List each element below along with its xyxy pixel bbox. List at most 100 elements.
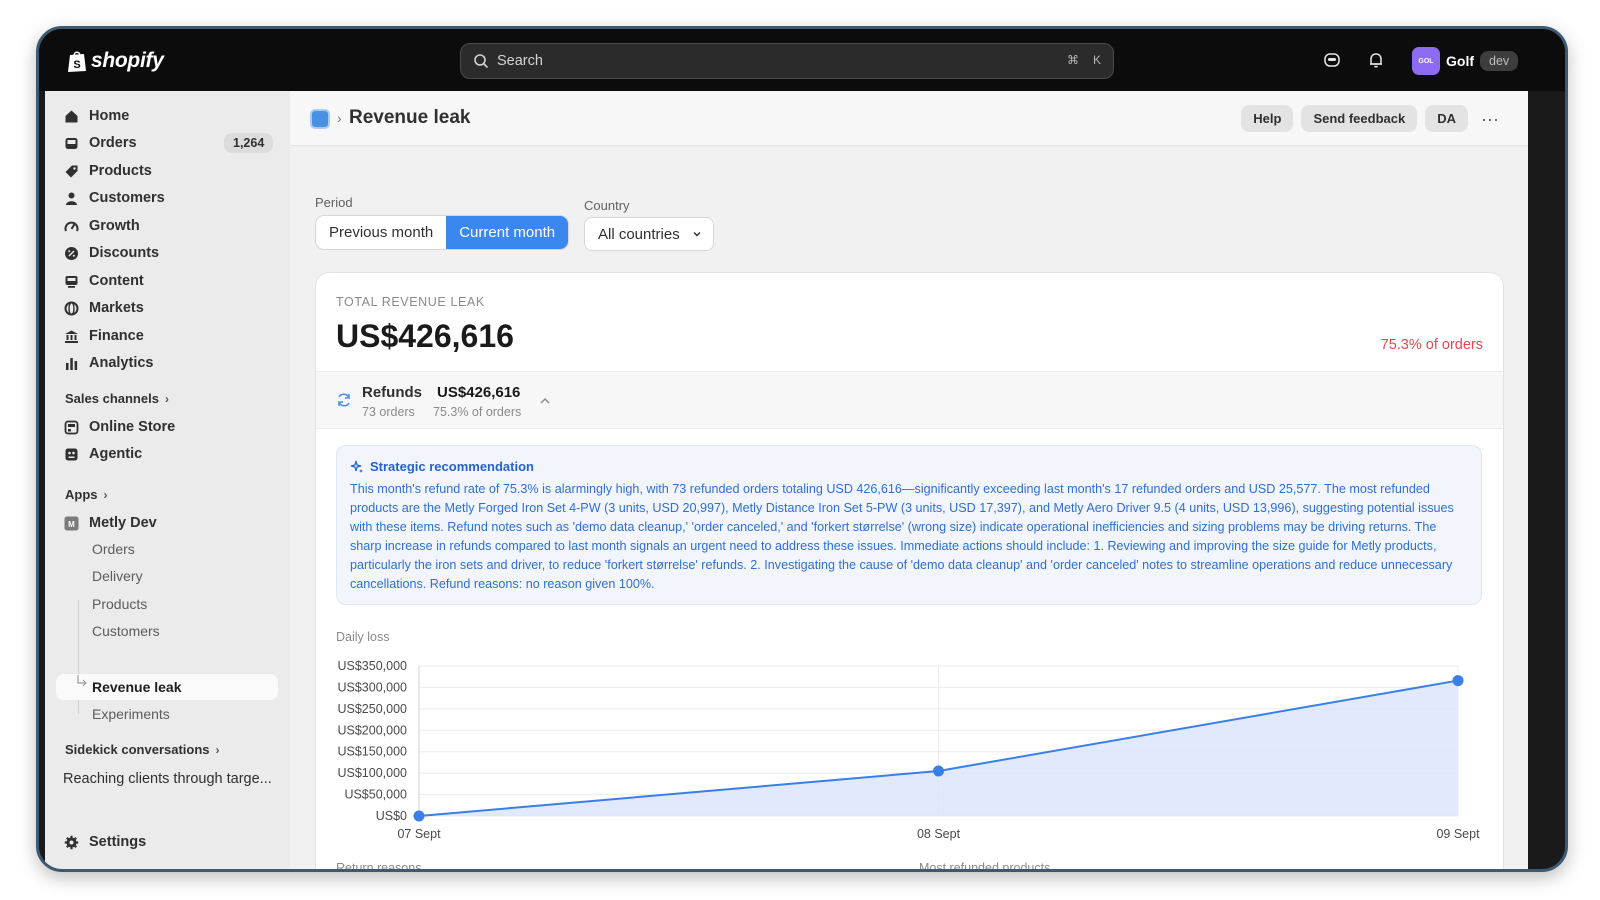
breadcrumb-chevron-icon: › xyxy=(337,110,342,126)
strategic-recommendation-box: Strategic recommendation This month's re… xyxy=(336,445,1482,605)
refresh-icon xyxy=(338,393,350,407)
recommendation-body: This month's refund rate of 75.3% is ala… xyxy=(350,482,1454,591)
x-tick-label: 09 Sept xyxy=(1436,827,1480,841)
total-pct-of-orders: 75.3% of orders xyxy=(1380,337,1483,353)
header-actions: Help Send feedback DA ··· xyxy=(1241,105,1504,132)
sidebar-item-products[interactable]: Products xyxy=(63,158,152,184)
sidebar-item-settings[interactable]: Settings xyxy=(63,829,146,855)
sidebar-item-label: Products xyxy=(89,163,152,179)
sidebar-item-content[interactable]: Content xyxy=(63,268,144,294)
sidebar-item-agentic[interactable]: Agentic xyxy=(63,441,142,467)
sidebar-item-label: Online Store xyxy=(89,419,176,435)
refunds-title: Refunds xyxy=(362,384,422,401)
store-name: Golf xyxy=(1446,53,1474,69)
sidebar-item-customers[interactable]: Customers xyxy=(63,185,165,211)
shopify-bag-icon: S xyxy=(68,51,86,72)
app-subitem-products[interactable]: Products xyxy=(92,593,147,615)
store-switcher[interactable]: GOL Golf dev xyxy=(1412,47,1519,75)
app-subitem-revenue-leak[interactable]: Revenue leak xyxy=(92,676,182,698)
store-icon xyxy=(63,419,79,435)
chevron-right-icon: › xyxy=(103,487,108,502)
sidebar-item-home[interactable]: Home xyxy=(63,103,129,129)
sidebar-item-label: Metly Dev xyxy=(89,515,157,531)
app-subitem-orders[interactable]: Orders xyxy=(92,538,135,560)
sidekick-conversation-item[interactable]: Reaching clients through targe... xyxy=(63,766,272,792)
sidebar-item-label: Content xyxy=(89,273,144,289)
daily-loss-title: Daily loss xyxy=(336,630,390,644)
agentic-icon xyxy=(63,446,79,462)
sidebar-item-markets[interactable]: Markets xyxy=(63,295,144,321)
refunds-orders-count: 73 orders xyxy=(362,405,415,419)
bar-chart-icon xyxy=(63,355,79,371)
period-current-month-option[interactable]: Current month xyxy=(446,216,569,249)
k-key: K xyxy=(1092,53,1101,67)
apps-header[interactable]: Apps › xyxy=(65,487,108,502)
recommendation-title-text: Strategic recommendation xyxy=(370,459,534,474)
period-label: Period xyxy=(315,195,353,210)
sidebar-item-discounts[interactable]: Discounts xyxy=(63,240,159,266)
sidebar-item-orders[interactable]: Orders xyxy=(63,130,137,156)
refunds-pct: 75.3% of orders xyxy=(433,405,522,419)
brand-name: shopify xyxy=(91,49,164,72)
recommendation-title: Strategic recommendation xyxy=(350,459,534,474)
orders-count-badge: 1,264 xyxy=(224,133,274,153)
help-button[interactable]: Help xyxy=(1241,105,1294,132)
sidebar-item-label: Analytics xyxy=(89,355,154,371)
sales-channels-header[interactable]: Sales channels › xyxy=(65,391,169,406)
period-segmented-control: Previous month Current month xyxy=(315,215,570,250)
send-feedback-button[interactable]: Send feedback xyxy=(1301,105,1418,132)
search-icon xyxy=(474,54,489,69)
subnav-branch-icon xyxy=(77,675,87,687)
chevron-right-icon: › xyxy=(215,742,220,757)
top-bar: S shopify Search ⌘ K GOL Golf dev xyxy=(39,29,1565,91)
shopify-logo[interactable]: S shopify xyxy=(67,49,164,73)
sparkle-icon xyxy=(350,460,363,473)
da-button[interactable]: DA xyxy=(1425,105,1468,132)
app-subitem-customers[interactable]: Customers xyxy=(92,620,160,642)
country-label: Country xyxy=(584,198,630,213)
sidebar-item-label: Home xyxy=(89,108,130,124)
sidekick-header[interactable]: Sidekick conversations › xyxy=(65,742,220,757)
chevron-up-icon[interactable] xyxy=(538,394,552,408)
sidekick-icon[interactable] xyxy=(1321,49,1343,71)
sidebar-item-metly-dev[interactable]: M Metly Dev xyxy=(63,510,157,536)
sidebar: Home Orders 1,264 Products Customers Gro… xyxy=(45,91,290,869)
section-title-label: Sales channels xyxy=(65,391,159,406)
sidebar-item-label: Settings xyxy=(89,834,147,850)
sidebar-item-label: Agentic xyxy=(89,446,143,462)
y-tick-label: US$150,000 xyxy=(337,745,407,759)
section-title-label: Apps xyxy=(65,487,98,502)
app-subitem-delivery[interactable]: Delivery xyxy=(92,565,143,587)
svg-text:S: S xyxy=(73,59,80,71)
tag-icon xyxy=(63,163,79,179)
bank-icon xyxy=(63,328,79,344)
search-input[interactable]: Search ⌘ K xyxy=(460,43,1114,79)
chevron-right-icon: › xyxy=(164,391,169,406)
section-title-label: Sidekick conversations xyxy=(65,742,210,757)
x-tick-label: 08 Sept xyxy=(917,827,961,841)
sidebar-item-label: Customers xyxy=(89,190,165,206)
y-tick-label: US$250,000 xyxy=(337,702,407,716)
sidebar-item-label: Growth xyxy=(89,218,140,234)
app-icon: M xyxy=(63,515,79,531)
app-subitem-experiments[interactable]: Experiments xyxy=(92,703,170,725)
home-icon xyxy=(63,108,79,124)
inbox-icon xyxy=(63,135,79,151)
person-icon xyxy=(63,190,79,206)
search-placeholder: Search xyxy=(497,53,543,69)
sidebar-item-online-store[interactable]: Online Store xyxy=(63,414,175,440)
bell-icon[interactable] xyxy=(1365,49,1387,71)
sidebar-item-growth[interactable]: Growth xyxy=(63,213,140,239)
country-select[interactable]: All countries xyxy=(584,217,714,251)
y-tick-label: US$300,000 xyxy=(337,680,407,694)
sidebar-item-label: Discounts xyxy=(89,245,160,261)
refunds-row[interactable]: Refunds 73 orders US$426,616 75.3% of or… xyxy=(316,371,1503,429)
globe-icon xyxy=(63,300,79,316)
app-logo-icon[interactable] xyxy=(310,109,330,129)
more-actions-button[interactable]: ··· xyxy=(1476,110,1504,128)
sidebar-item-analytics[interactable]: Analytics xyxy=(63,350,153,376)
svg-text:M: M xyxy=(68,520,75,529)
sidebar-item-finance[interactable]: Finance xyxy=(63,323,144,349)
most-refunded-products-title: Most refunded products xyxy=(919,861,1051,872)
period-previous-month-option[interactable]: Previous month xyxy=(316,216,446,249)
